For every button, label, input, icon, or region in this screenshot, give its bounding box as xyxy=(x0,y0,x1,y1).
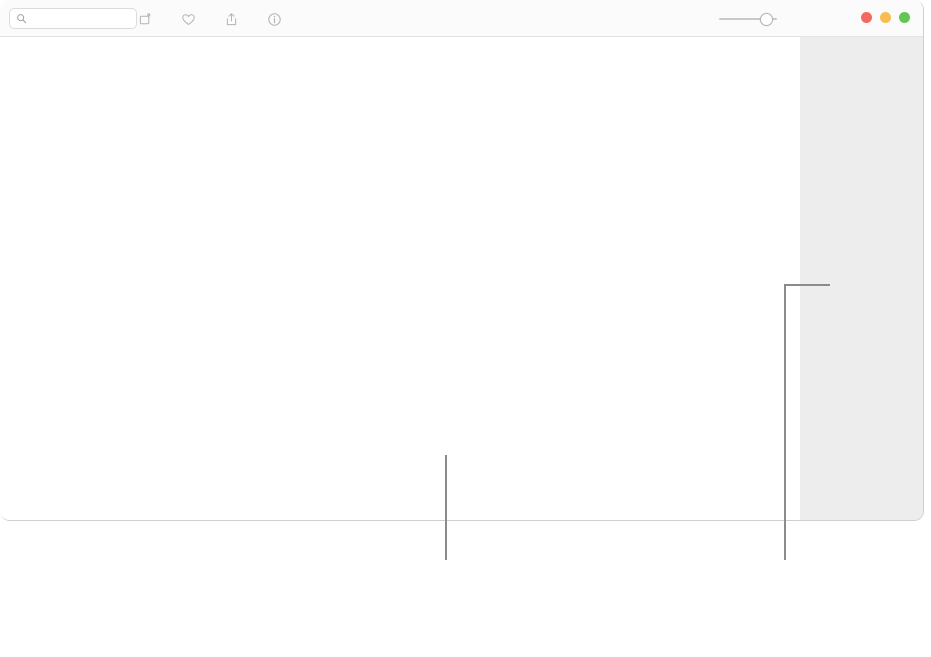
screenshot-root xyxy=(0,0,931,657)
toolbar-actions xyxy=(135,9,284,29)
leader-line-right-horiz xyxy=(784,284,830,286)
leader-line-right-vert xyxy=(784,285,786,560)
leader-line-left xyxy=(445,455,447,560)
zoom-slider-track[interactable] xyxy=(719,12,777,26)
search-field[interactable] xyxy=(9,8,137,29)
close-button[interactable] xyxy=(861,12,872,23)
zoom-slider[interactable] xyxy=(708,12,788,26)
info-icon[interactable] xyxy=(264,9,284,29)
minimize-button[interactable] xyxy=(880,12,891,23)
share-icon[interactable] xyxy=(221,9,241,29)
heart-icon[interactable] xyxy=(178,9,198,29)
window-toolbar xyxy=(0,0,923,37)
content-area xyxy=(0,37,800,520)
search-icon xyxy=(17,14,27,24)
maximize-button[interactable] xyxy=(899,12,910,23)
sidebar[interactable] xyxy=(799,37,923,520)
window-controls xyxy=(861,12,910,23)
rotate-icon[interactable] xyxy=(135,9,155,29)
zoom-slider-knob[interactable] xyxy=(760,13,773,26)
